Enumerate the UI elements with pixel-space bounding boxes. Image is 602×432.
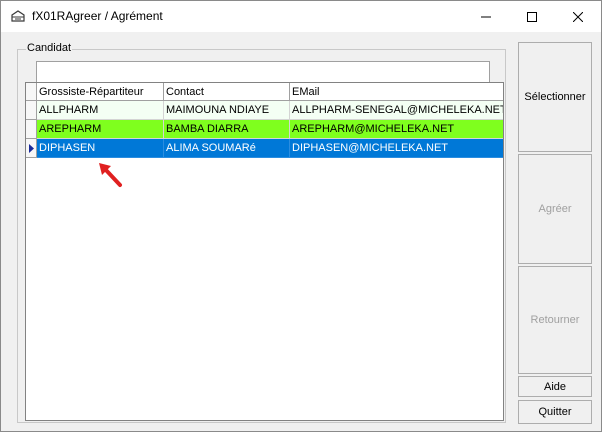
dialog-window: fX01RAgreer / Agrément Candidat Grossist… [0, 0, 602, 432]
close-icon [573, 11, 583, 22]
cell-email[interactable]: DIPHASEN@MICHELEKA.NET [290, 139, 503, 158]
row-header[interactable] [26, 139, 37, 158]
cell-contact[interactable]: MAIMOUNA NDIAYE [164, 101, 290, 120]
filter-input[interactable] [36, 61, 490, 83]
minimize-button[interactable] [463, 1, 509, 32]
grid-header-row: Grossiste-Répartiteur Contact EMail [26, 83, 503, 101]
grid-corner-cell [26, 83, 37, 101]
cell-contact[interactable]: BAMBA DIARRA [164, 120, 290, 139]
select-button[interactable]: Sélectionner [518, 42, 592, 152]
groupbox-label: Candidat [26, 42, 73, 54]
column-header-grossiste[interactable]: Grossiste-Répartiteur [37, 83, 164, 101]
window-title: fX01RAgreer / Agrément [32, 9, 163, 23]
maximize-icon [527, 11, 537, 22]
cell-contact[interactable]: ALIMA SOUMARé [164, 139, 290, 158]
maximize-button[interactable] [509, 1, 555, 32]
cell-grossiste[interactable]: AREPHARM [37, 120, 164, 139]
title-bar: fX01RAgreer / Agrément [1, 1, 601, 32]
row-header[interactable] [26, 101, 37, 120]
close-button[interactable] [555, 1, 601, 32]
app-icon [11, 10, 25, 22]
cell-grossiste[interactable]: DIPHASEN [37, 139, 164, 158]
cell-email[interactable]: ALLPHARM-SENEGAL@MICHELEKA.NET [290, 101, 503, 120]
quit-button[interactable]: Quitter [518, 400, 592, 424]
column-header-email[interactable]: EMail [290, 83, 503, 101]
return-button[interactable]: Retourner [518, 266, 592, 374]
cell-grossiste[interactable]: ALLPHARM [37, 101, 164, 120]
table-row[interactable]: AREPHARM BAMBA DIARRA AREPHARM@MICHELEKA… [26, 120, 503, 139]
minimize-icon [481, 16, 491, 17]
current-row-indicator-icon [29, 144, 34, 153]
cell-email[interactable]: AREPHARM@MICHELEKA.NET [290, 120, 503, 139]
column-header-contact[interactable]: Contact [164, 83, 290, 101]
help-button[interactable]: Aide [518, 376, 592, 397]
annotation-arrow-icon [99, 163, 122, 187]
approve-button[interactable]: Agréer [518, 154, 592, 264]
table-row-selected[interactable]: DIPHASEN ALIMA SOUMARé DIPHASEN@MICHELEK… [26, 139, 503, 158]
candidates-grid[interactable]: Grossiste-Répartiteur Contact EMail ALLP… [25, 82, 504, 421]
client-area: Candidat Grossiste-Répartiteur Contact E… [1, 32, 601, 431]
row-header[interactable] [26, 120, 37, 139]
table-row[interactable]: ALLPHARM MAIMOUNA NDIAYE ALLPHARM-SENEGA… [26, 101, 503, 120]
candidat-groupbox: Candidat Grossiste-Répartiteur Contact E… [17, 42, 506, 423]
